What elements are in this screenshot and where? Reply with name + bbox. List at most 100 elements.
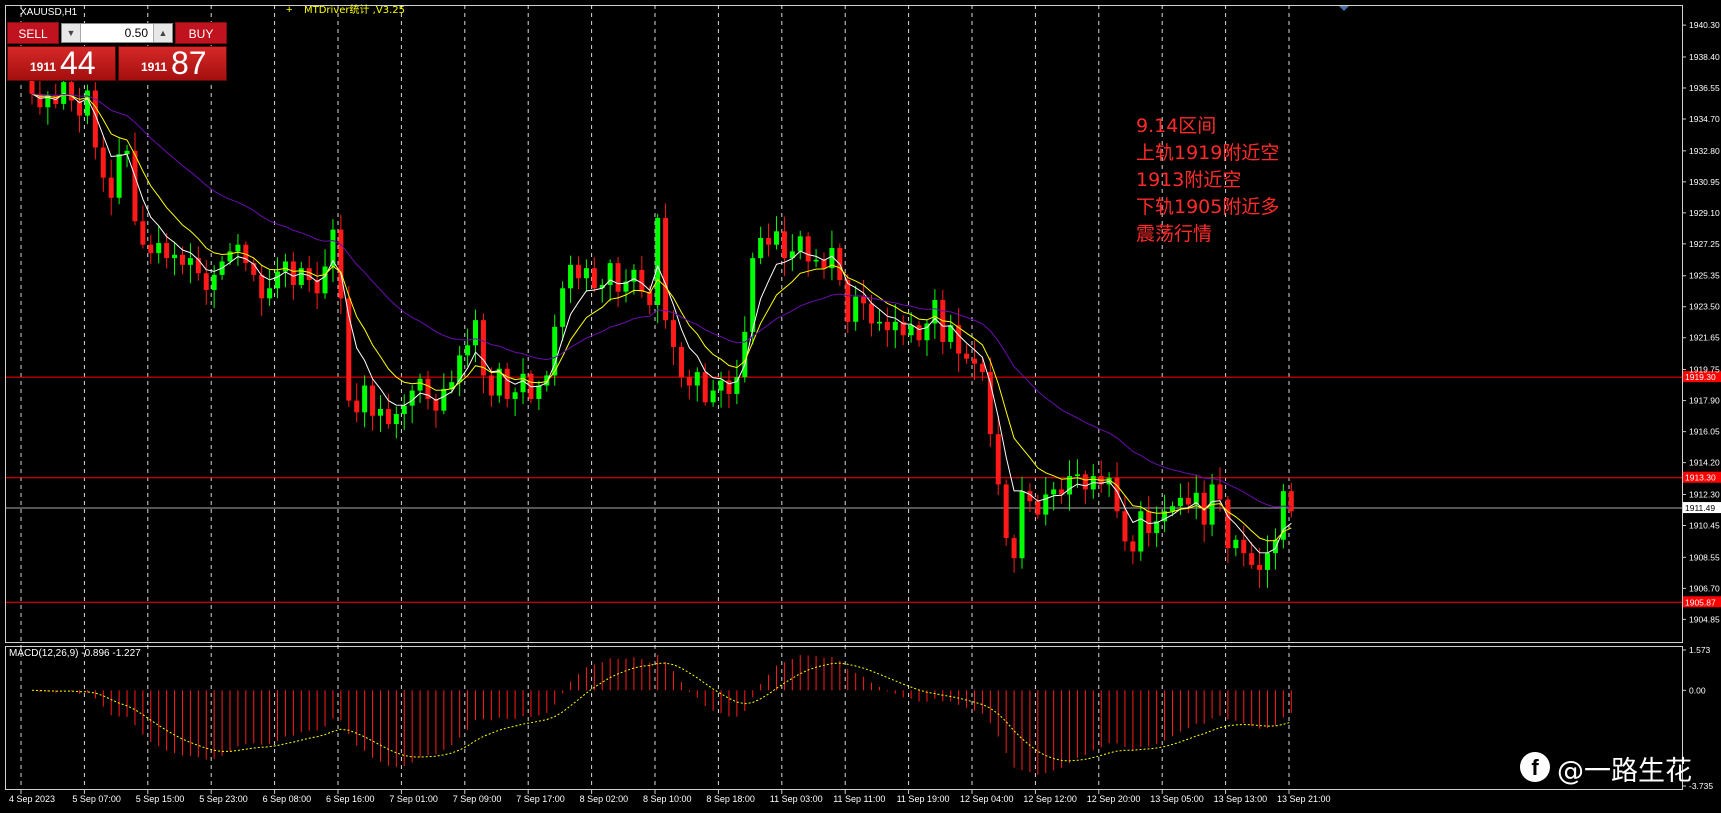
x-tick-label: 7 Sep 09:00 xyxy=(453,794,502,804)
y-tick-label: 1906.70 xyxy=(1689,583,1720,593)
y-tick-label: 1923.50 xyxy=(1689,302,1720,312)
sell-price-button[interactable]: 1911 44 xyxy=(7,45,116,81)
x-tick-label: 13 Sep 05:00 xyxy=(1150,794,1204,804)
level-price-label: 1913.30 xyxy=(1685,473,1716,483)
lot-size-stepper[interactable]: ▼ ▲ xyxy=(61,23,173,43)
sell-price-handle: 1911 xyxy=(30,60,57,74)
candle-body xyxy=(1122,511,1128,542)
candle-body xyxy=(417,378,423,391)
candle-body xyxy=(781,231,787,259)
candle-body xyxy=(275,271,281,289)
candle-body xyxy=(1043,494,1049,515)
candle-body xyxy=(211,274,217,290)
candle-body xyxy=(148,244,154,254)
x-tick-label: 12 Sep 20:00 xyxy=(1087,794,1141,804)
x-tick-label: 11 Sep 03:00 xyxy=(770,794,823,804)
ma-slow-line xyxy=(31,93,1292,508)
candle-body xyxy=(766,238,772,245)
candle-body xyxy=(227,251,233,262)
candle-body xyxy=(362,385,368,413)
candle-body xyxy=(100,147,106,178)
candle-body xyxy=(1011,538,1017,559)
strategy-annotation: 9.14区间 上轨1919附近空 1913附近空 下轨1905附近多 震荡行情 xyxy=(1136,115,1279,245)
annotation-line: 9.14区间 xyxy=(1136,115,1216,137)
ma-mid-line xyxy=(31,93,1292,542)
macd-label: MACD(12,26,9) -0.896 -1.227 xyxy=(9,648,141,659)
chevron-down-icon[interactable]: ▼ xyxy=(62,24,81,42)
x-tick-label: 7 Sep 01:00 xyxy=(389,794,438,804)
candle-body xyxy=(560,288,566,327)
candle-body xyxy=(908,325,914,336)
candle-body xyxy=(615,263,621,292)
candle-body xyxy=(441,388,447,411)
y-tick-label: 1925.35 xyxy=(1689,271,1720,281)
candle-body xyxy=(29,80,35,94)
chevron-up-icon[interactable]: ▲ xyxy=(153,24,172,42)
candle-body xyxy=(1272,539,1278,554)
y-tick-label: 1938.40 xyxy=(1689,52,1720,62)
x-tick-label: 6 Sep 16:00 xyxy=(326,794,375,804)
indicator-label: MTDriver统计 ,V3.25 xyxy=(304,3,405,16)
candle-body xyxy=(869,303,875,324)
chart-canvas[interactable]: 1919.301913.301905.871911.49 1.5730.00-3… xyxy=(0,0,1721,813)
candle-body xyxy=(1233,539,1239,549)
symbol-label: XAUUSD,H1 xyxy=(20,7,78,18)
x-tick-label: 8 Sep 10:00 xyxy=(643,794,692,804)
candle-body xyxy=(282,261,288,272)
time-axis: 4 Sep 2023 5 Sep 07:00 5 Sep 15:00 5 Sep 23… xyxy=(9,789,1331,804)
candle-body xyxy=(322,266,328,294)
candle-body xyxy=(813,259,819,262)
candle-body xyxy=(132,150,138,222)
candle-body xyxy=(179,254,185,265)
candle-body xyxy=(401,405,407,415)
y-tick-label: 1936.55 xyxy=(1689,83,1720,93)
x-tick-label: 5 Sep 15:00 xyxy=(136,794,185,804)
macd-signal-line xyxy=(31,662,1292,762)
scroll-marker-icon[interactable] xyxy=(1339,6,1349,11)
one-click-trading-panel: SELL ▼ ▲ BUY 1911 44 1911 87 xyxy=(7,22,227,81)
candle-body xyxy=(140,221,146,245)
candle-body xyxy=(409,390,415,406)
macd-frame xyxy=(5,646,1683,790)
candle-body xyxy=(1003,484,1009,539)
candle-body xyxy=(710,390,716,403)
candle-body xyxy=(1217,484,1223,500)
buy-price-button[interactable]: 1911 87 xyxy=(118,45,227,81)
sell-price-pips: 44 xyxy=(60,45,96,81)
lot-size-input[interactable] xyxy=(82,24,152,42)
candle-body xyxy=(504,368,510,399)
candle-body xyxy=(884,321,890,331)
candle-body xyxy=(465,345,471,356)
x-tick-label: 5 Sep 23:00 xyxy=(199,794,248,804)
y-tick-label: 1910.45 xyxy=(1689,520,1720,530)
annotation-line: 下轨1905附近多 xyxy=(1136,196,1279,218)
candle-body xyxy=(956,325,962,354)
candle-body xyxy=(1138,511,1144,552)
indicator-plus[interactable]: + xyxy=(286,4,292,16)
grid-lines xyxy=(20,5,1290,789)
x-tick-label: 13 Sep 21:00 xyxy=(1277,794,1331,804)
level-price-label: 1905.87 xyxy=(1685,597,1716,607)
candle-body xyxy=(1074,474,1080,477)
price-axis: 1940.30 1938.40 1936.55 1934.70 1932.80 1930.… xyxy=(1682,20,1720,624)
x-tick-label: 4 Sep 2023 xyxy=(9,794,55,804)
x-tick-label: 12 Sep 12:00 xyxy=(1023,794,1077,804)
level-lines: 1919.301913.301905.871911.49 xyxy=(6,371,1721,608)
candle-body xyxy=(575,264,581,279)
x-tick-label: 6 Sep 08:00 xyxy=(263,794,312,804)
candle-series xyxy=(29,71,1294,589)
x-tick-label: 5 Sep 07:00 xyxy=(72,794,121,804)
y-tick-label: 1927.25 xyxy=(1689,239,1720,249)
main-chart-frame xyxy=(5,5,1683,643)
candle-body xyxy=(876,321,882,324)
candle-body xyxy=(853,296,859,322)
candle-body xyxy=(678,346,684,378)
y-tick-label: 1914.20 xyxy=(1689,458,1720,468)
x-tick-label: 8 Sep 02:00 xyxy=(580,794,629,804)
candle-body xyxy=(164,243,170,259)
buy-button[interactable]: BUY xyxy=(175,22,227,44)
candle-body xyxy=(61,82,67,104)
sell-button[interactable]: SELL xyxy=(7,22,59,44)
candle-body xyxy=(773,231,779,245)
candle-body xyxy=(916,325,922,341)
